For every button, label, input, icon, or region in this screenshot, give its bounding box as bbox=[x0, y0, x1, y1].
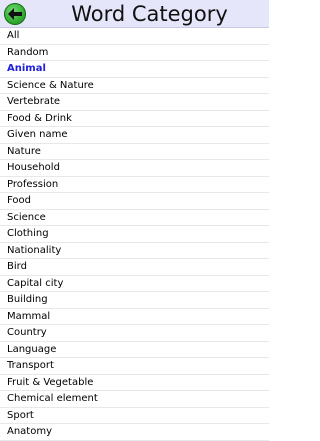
category-item[interactable]: Bird bbox=[0, 259, 269, 276]
category-item[interactable]: Country bbox=[0, 325, 269, 342]
category-item[interactable]: Language bbox=[0, 342, 269, 358]
page-title: Word Category bbox=[71, 2, 228, 26]
back-button[interactable] bbox=[4, 3, 26, 25]
title-bar: Word Category bbox=[0, 0, 269, 28]
category-item[interactable]: Given name bbox=[0, 127, 269, 144]
category-item[interactable]: Anatomy bbox=[0, 424, 269, 441]
category-item[interactable]: Random bbox=[0, 45, 269, 61]
category-item[interactable]: Science bbox=[0, 210, 269, 226]
category-item[interactable]: Household bbox=[0, 160, 269, 177]
category-item[interactable]: Chemical element bbox=[0, 391, 269, 408]
category-item[interactable]: Nationality bbox=[0, 243, 269, 259]
category-item[interactable]: Sport bbox=[0, 408, 269, 424]
category-list[interactable]: All Random Animal Science & Nature Vertebrat… bbox=[0, 28, 269, 441]
back-arrow-icon bbox=[8, 8, 22, 20]
category-item[interactable]: Transport bbox=[0, 358, 269, 375]
category-item[interactable]: Food bbox=[0, 193, 269, 210]
category-item[interactable]: Fruit & Vegetable bbox=[0, 375, 269, 391]
category-item[interactable]: Science & Nature bbox=[0, 78, 269, 94]
category-item[interactable]: Mammal bbox=[0, 309, 269, 325]
category-item[interactable]: Profession bbox=[0, 177, 269, 193]
category-item[interactable]: Capital city bbox=[0, 276, 269, 292]
category-item[interactable]: All bbox=[0, 28, 269, 45]
category-item[interactable]: Nature bbox=[0, 144, 269, 160]
category-item[interactable]: Building bbox=[0, 292, 269, 309]
category-item[interactable]: Vertebrate bbox=[0, 94, 269, 111]
category-item[interactable]: Food & Drink bbox=[0, 111, 269, 127]
category-item[interactable]: Clothing bbox=[0, 226, 269, 243]
category-item[interactable]: Animal bbox=[0, 61, 269, 78]
